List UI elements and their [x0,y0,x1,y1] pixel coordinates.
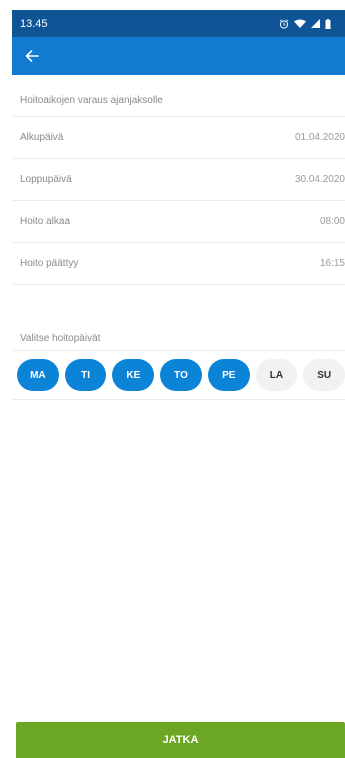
status-icons [279,18,331,29]
care-start-row[interactable]: Hoito alkaa 08:00 [12,201,345,243]
day-toggle-ti[interactable]: TI [64,359,107,391]
screen: 13.45 Hoitoaikojen varaus ajanjaksolle A… [0,0,345,758]
day-toggle-la[interactable]: LA [255,359,298,391]
day-toggle-su[interactable]: SU [303,359,345,391]
care-start-value: 08:00 [319,216,345,227]
care-end-value: 16:15 [319,258,345,269]
care-start-label: Hoito alkaa [20,216,71,227]
care-days-selector: MA TI KE TO PE LA SU [12,351,345,400]
status-bar: 13.45 [12,10,345,37]
wifi-icon [294,19,306,28]
reservation-title: Hoitoaikojen varaus ajanjaksolle [12,75,345,117]
status-time: 13.45 [20,17,48,30]
end-date-value: 30.04.2020 [294,174,345,185]
alarm-icon [279,19,289,29]
day-toggle-ke[interactable]: KE [112,359,155,391]
start-date-value: 01.04.2020 [294,132,345,143]
battery-icon [325,18,331,29]
day-toggle-pe[interactable]: PE [207,359,250,391]
continue-button[interactable]: JATKA [16,722,345,758]
care-end-label: Hoito päättyy [20,258,79,269]
day-toggle-ma[interactable]: MA [17,359,59,391]
start-date-label: Alkupäivä [20,132,64,143]
signal-icon [311,19,320,28]
arrow-left-icon [25,50,39,62]
care-days-title: Valitse hoitopäivät [12,325,345,351]
start-date-row[interactable]: Alkupäivä 01.04.2020 [12,117,345,159]
app-bar [12,37,345,75]
back-button[interactable] [12,37,52,75]
end-date-row[interactable]: Loppupäivä 30.04.2020 [12,159,345,201]
content: Hoitoaikojen varaus ajanjaksolle Alkupäi… [12,75,345,400]
care-end-row[interactable]: Hoito päättyy 16:15 [12,243,345,285]
end-date-label: Loppupäivä [20,174,72,185]
day-toggle-to[interactable]: TO [160,359,202,391]
